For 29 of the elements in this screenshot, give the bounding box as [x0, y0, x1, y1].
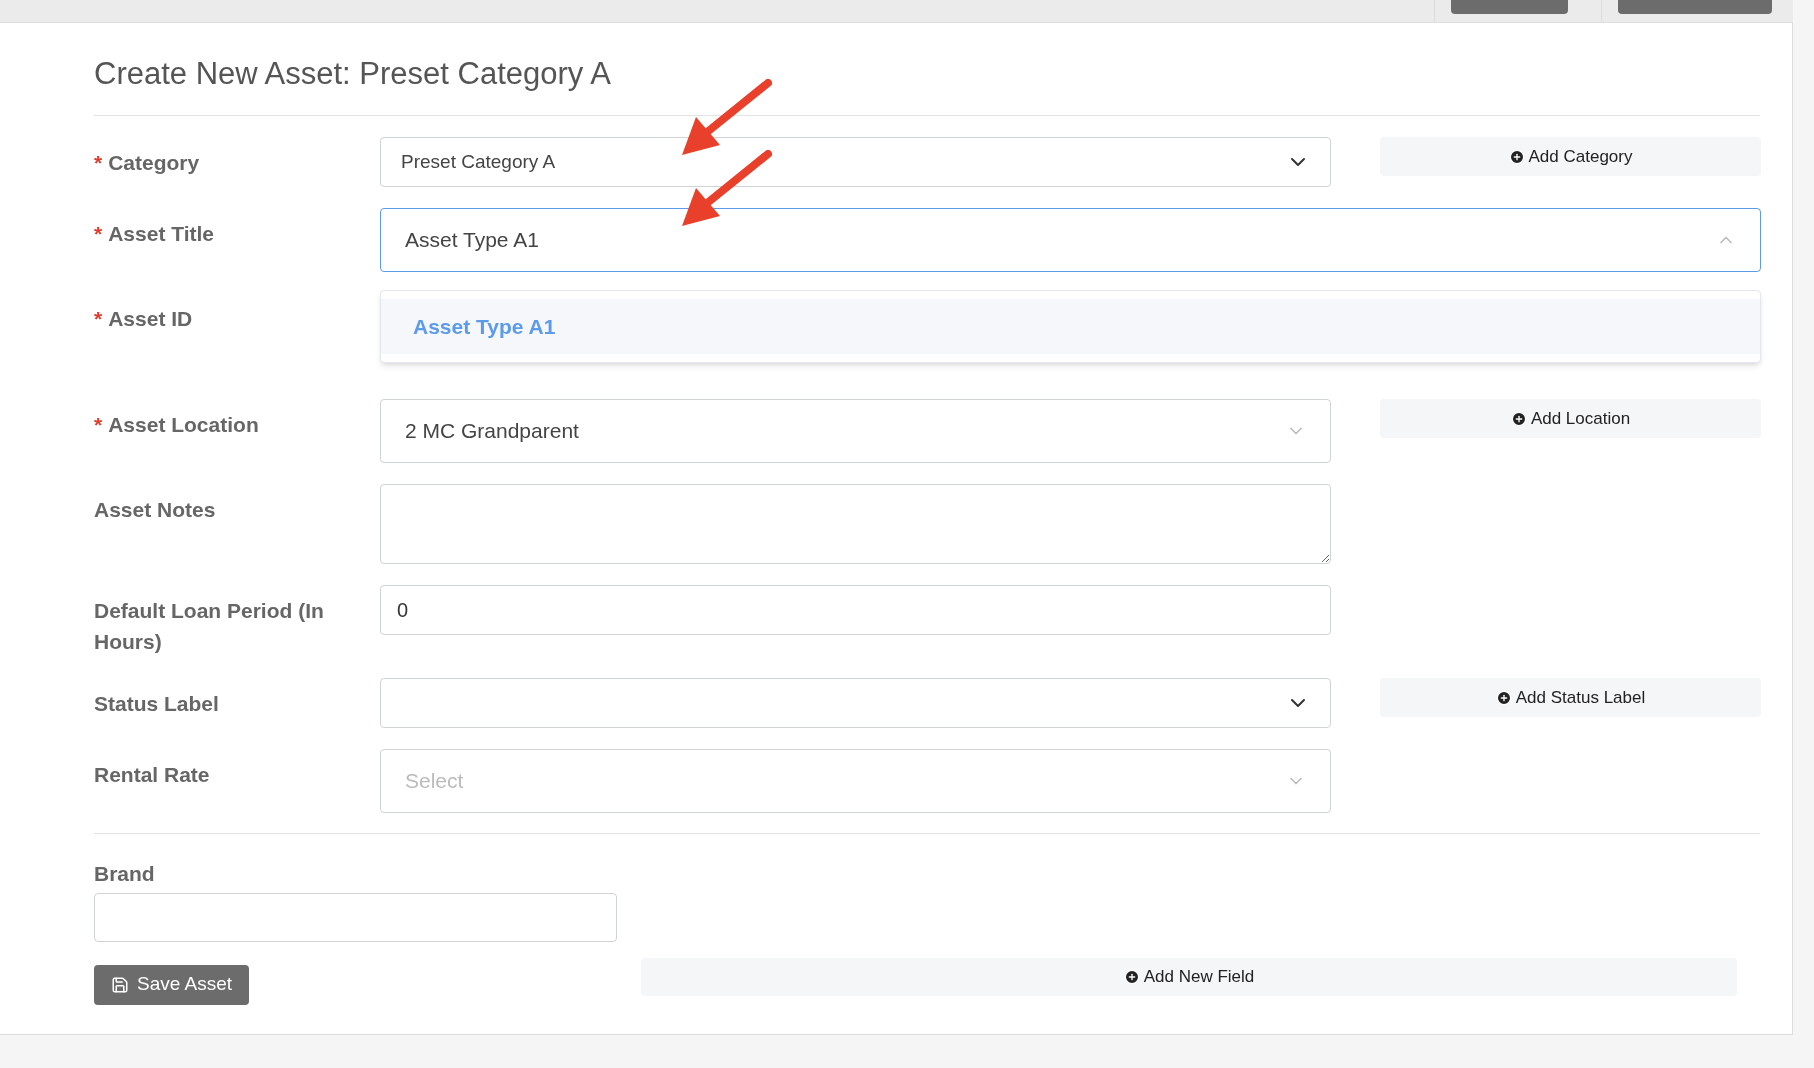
select-field[interactable]: [380, 678, 1331, 728]
select-field[interactable]: Asset Type A1: [380, 208, 1761, 272]
field-label: * Asset Location: [94, 413, 259, 436]
field-label: Brand: [94, 861, 156, 887]
select-field[interactable]: 2 MC Grandparent: [380, 399, 1331, 463]
plus-icon: [1508, 148, 1525, 165]
plus-icon: [1495, 689, 1512, 706]
field-label: * Category: [94, 151, 200, 174]
field-label: Status Label: [94, 692, 219, 715]
brand-field[interactable]: [94, 892, 617, 942]
add-button[interactable]: Add Status Label: [1380, 678, 1761, 717]
page-title: Create New Asset: Preset Category A: [94, 55, 612, 93]
save-icon: [110, 975, 129, 994]
notes-field[interactable]: [380, 484, 1331, 564]
add-field-button[interactable]: Add New Field: [641, 957, 1737, 996]
text-field[interactable]: 0: [380, 585, 1331, 635]
save-button[interactable]: [1618, 0, 1772, 14]
field-label: Default Loan Period (In Hours): [94, 599, 324, 653]
field-label: Rental Rate: [94, 763, 210, 786]
save-asset-button[interactable]: Save Asset: [94, 964, 249, 1005]
field-label: * Asset ID: [94, 307, 193, 330]
add-button[interactable]: Add Location: [1380, 399, 1761, 438]
plus-icon: [1510, 410, 1527, 427]
field-label: * Asset Title: [94, 222, 214, 245]
select-field[interactable]: Preset Category A: [380, 137, 1331, 187]
field-label: Asset Notes: [94, 498, 216, 521]
cancel-button[interactable]: [1451, 0, 1568, 14]
add-button[interactable]: Add Category: [1380, 137, 1761, 176]
plus-icon: [1123, 968, 1140, 985]
